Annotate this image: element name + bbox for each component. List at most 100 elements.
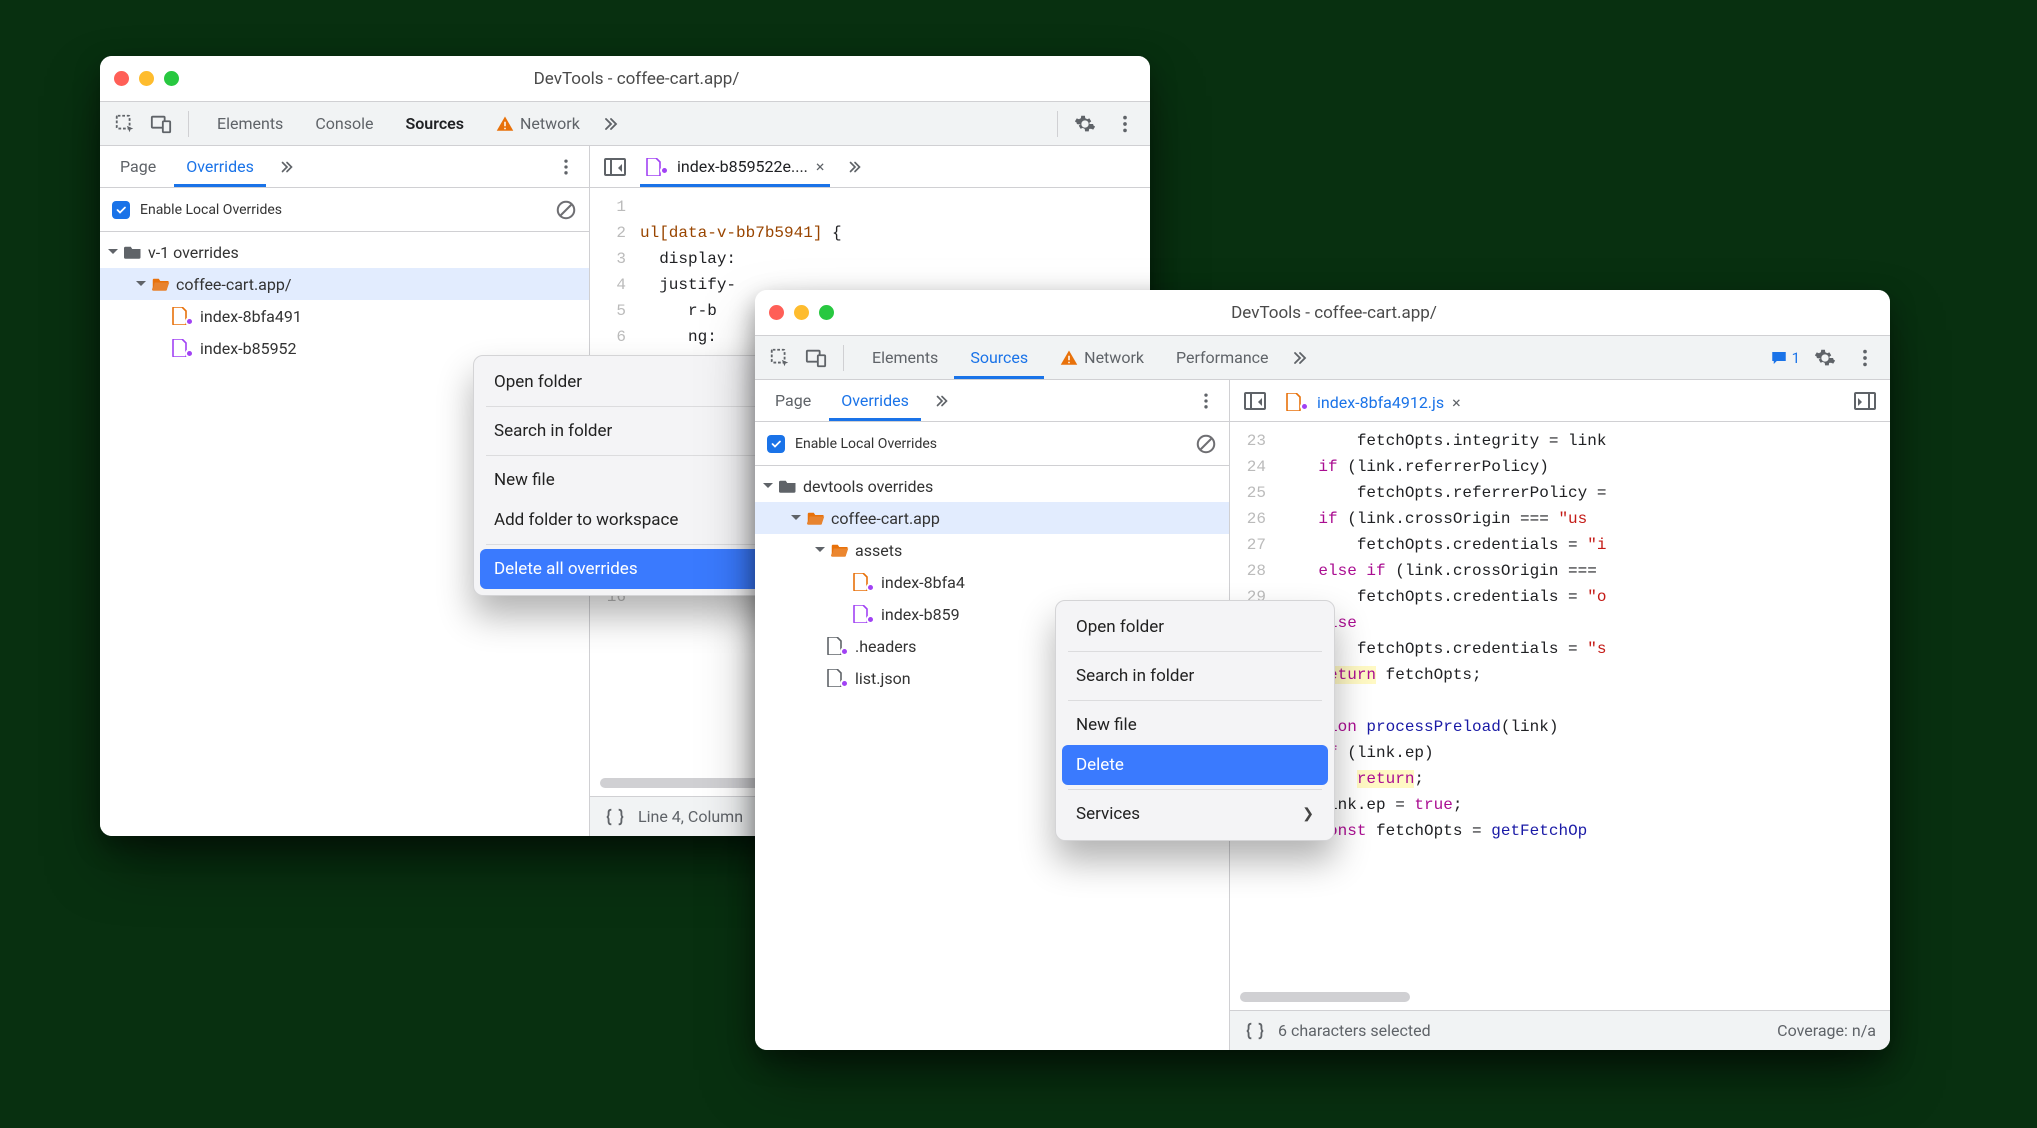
- inspect-element-icon[interactable]: [765, 343, 795, 373]
- ctx-add-folder-workspace[interactable]: Add folder to workspace: [480, 500, 801, 540]
- clear-overrides-icon[interactable]: [555, 199, 577, 221]
- warning-icon: [1060, 349, 1078, 367]
- tab-sources[interactable]: Sources: [954, 336, 1044, 379]
- more-side-tabs-icon[interactable]: [272, 152, 302, 182]
- side-tab-page[interactable]: Page: [108, 146, 168, 187]
- more-tabs-icon[interactable]: [596, 109, 626, 139]
- tree-folder-site[interactable]: coffee-cart.app/: [100, 268, 589, 300]
- main-tabbar: Elements Sources Network Performance 1: [755, 336, 1890, 380]
- settings-icon[interactable]: [1810, 343, 1840, 373]
- tab-network[interactable]: Network: [480, 102, 596, 145]
- override-dot-icon: [660, 166, 669, 175]
- ctx-new-file[interactable]: New file: [1062, 705, 1328, 745]
- warning-icon: [496, 115, 514, 133]
- folder-icon: [779, 479, 797, 493]
- more-side-tabs-icon[interactable]: [927, 386, 957, 416]
- override-dot-icon: [866, 583, 875, 592]
- minimize-window-button[interactable]: [139, 71, 154, 86]
- ctx-open-folder[interactable]: Open folder: [1062, 607, 1328, 647]
- coverage-status: Coverage: n/a: [1777, 1021, 1876, 1040]
- tree-file[interactable]: index-8bfa491: [100, 300, 589, 332]
- context-menu: Open folder Search in folder New file De…: [1055, 600, 1335, 841]
- ctx-search-folder[interactable]: Search in folder: [480, 411, 801, 451]
- minimize-window-button[interactable]: [794, 305, 809, 320]
- override-dot-icon: [840, 679, 849, 688]
- tab-elements[interactable]: Elements: [856, 336, 954, 379]
- traffic-lights: [114, 71, 179, 86]
- tree-folder-root[interactable]: v-1 overrides: [100, 236, 589, 268]
- file-icon: [646, 158, 662, 176]
- side-more-icon[interactable]: [551, 152, 581, 182]
- navigator-tabs: Page Overrides: [100, 146, 589, 188]
- side-tab-overrides[interactable]: Overrides: [174, 146, 266, 187]
- tab-elements[interactable]: Elements: [201, 102, 299, 145]
- selection-status: 6 characters selected: [1278, 1021, 1431, 1040]
- disclosure-triangle-icon[interactable]: [108, 249, 118, 259]
- window-title: DevTools - coffee-cart.app/: [197, 69, 1076, 89]
- more-menu-icon[interactable]: [1850, 343, 1880, 373]
- format-braces-icon[interactable]: [1244, 1020, 1266, 1042]
- more-tabs-icon[interactable]: [1285, 343, 1315, 373]
- settings-icon[interactable]: [1070, 109, 1100, 139]
- format-braces-icon[interactable]: [604, 806, 626, 828]
- more-menu-icon[interactable]: [1110, 109, 1140, 139]
- issues-badge[interactable]: 1: [1770, 349, 1800, 367]
- disclosure-triangle-icon[interactable]: [791, 515, 801, 525]
- side-tab-overrides[interactable]: Overrides: [829, 380, 921, 421]
- cursor-status: Line 4, Column: [638, 807, 743, 826]
- close-window-button[interactable]: [114, 71, 129, 86]
- override-dot-icon: [866, 615, 875, 624]
- enable-overrides-checkbox[interactable]: [112, 201, 130, 219]
- ctx-search-folder[interactable]: Search in folder: [1062, 656, 1328, 696]
- close-tab-icon[interactable]: ×: [816, 157, 825, 176]
- ctx-delete-all-overrides[interactable]: Delete all overrides: [480, 549, 801, 589]
- tab-sources[interactable]: Sources: [389, 102, 480, 145]
- override-dot-icon: [185, 317, 194, 326]
- close-tab-icon[interactable]: ×: [1452, 393, 1461, 412]
- device-toolbar-icon[interactable]: [146, 109, 176, 139]
- clear-overrides-icon[interactable]: [1195, 433, 1217, 455]
- tab-network[interactable]: Network: [1044, 336, 1160, 379]
- window-title: DevTools - coffee-cart.app/: [852, 303, 1816, 323]
- tab-performance[interactable]: Performance: [1160, 336, 1285, 379]
- override-dot-icon: [840, 647, 849, 656]
- disclosure-triangle-icon[interactable]: [136, 281, 146, 291]
- ctx-new-file[interactable]: New file: [480, 460, 801, 500]
- enable-overrides-checkbox[interactable]: [767, 435, 785, 453]
- tab-console[interactable]: Console: [299, 102, 389, 145]
- zoom-window-button[interactable]: [164, 71, 179, 86]
- disclosure-triangle-icon[interactable]: [763, 483, 773, 493]
- folder-open-icon: [807, 511, 825, 525]
- zoom-window-button[interactable]: [819, 305, 834, 320]
- ctx-delete[interactable]: Delete: [1062, 745, 1328, 785]
- toggle-debugger-icon[interactable]: [1850, 386, 1880, 416]
- tree-folder-site[interactable]: coffee-cart.app: [755, 502, 1229, 534]
- device-toolbar-icon[interactable]: [801, 343, 831, 373]
- chevron-right-icon: ❯: [1302, 806, 1314, 822]
- side-tab-page[interactable]: Page: [763, 380, 823, 421]
- folder-icon: [124, 245, 142, 259]
- inspect-element-icon[interactable]: [110, 109, 140, 139]
- side-more-icon[interactable]: [1191, 386, 1221, 416]
- override-dot-icon: [1300, 402, 1309, 411]
- editor-tab[interactable]: index-b859522e.... ×: [640, 146, 830, 187]
- tree-file[interactable]: index-8bfa4: [755, 566, 1229, 598]
- code-content[interactable]: fetchOpts.integrity = link if (link.refe…: [1274, 422, 1890, 988]
- toggle-navigator-icon[interactable]: [600, 152, 630, 182]
- close-window-button[interactable]: [769, 305, 784, 320]
- folder-open-icon: [152, 277, 170, 291]
- ctx-open-folder[interactable]: Open folder: [480, 362, 801, 402]
- enable-overrides-label: Enable Local Overrides: [140, 202, 282, 218]
- toggle-navigator-icon[interactable]: [1240, 386, 1270, 416]
- ctx-services[interactable]: Services❯: [1062, 794, 1328, 834]
- disclosure-triangle-icon[interactable]: [815, 547, 825, 557]
- enable-overrides-label: Enable Local Overrides: [795, 436, 937, 452]
- panel-tabs: Elements Console Sources Network: [201, 102, 626, 145]
- status-bar: 6 characters selected Coverage: n/a: [1230, 1010, 1890, 1050]
- editor-tab[interactable]: index-8bfa4912.js ×: [1280, 380, 1467, 421]
- more-editor-tabs-icon[interactable]: [840, 152, 870, 182]
- tree-folder-assets[interactable]: assets: [755, 534, 1229, 566]
- tree-folder-root[interactable]: devtools overrides: [755, 470, 1229, 502]
- editor-tabs: index-b859522e.... ×: [590, 146, 1150, 188]
- horizontal-scrollbar[interactable]: [1240, 992, 1880, 1004]
